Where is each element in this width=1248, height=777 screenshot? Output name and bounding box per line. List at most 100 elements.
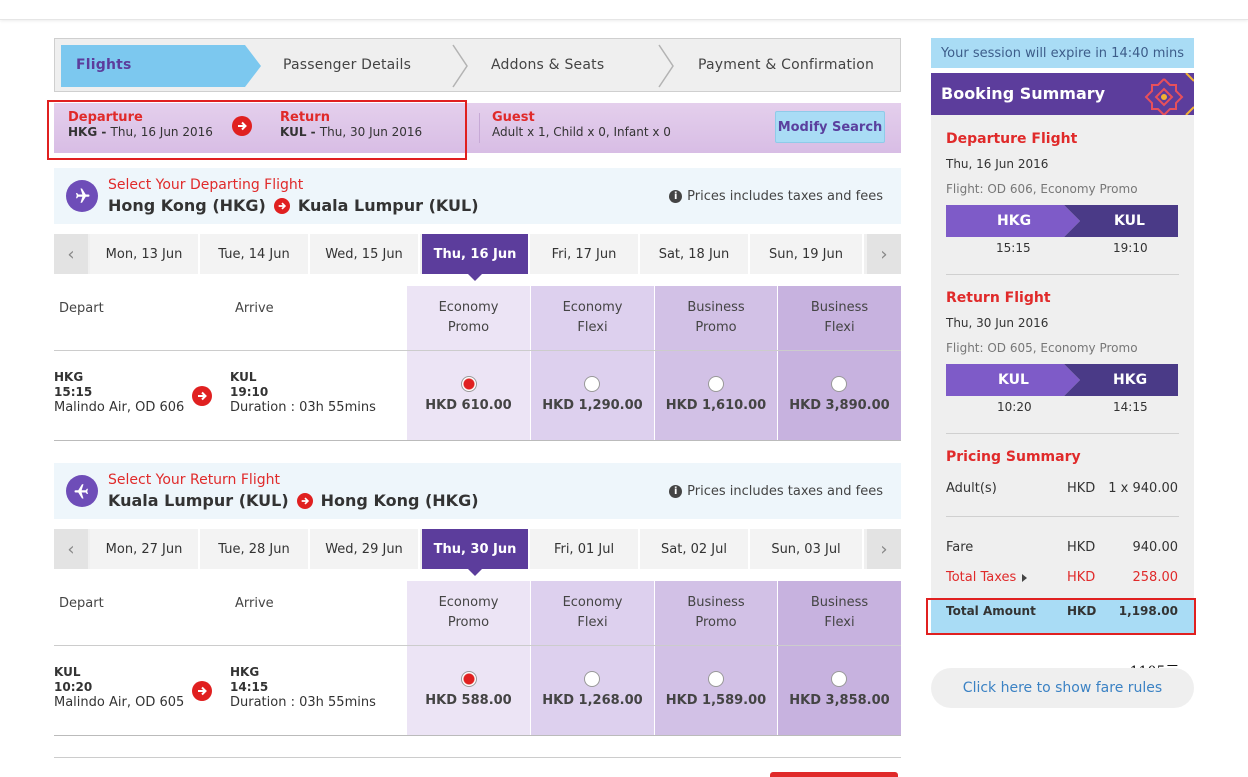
arrow-right-icon (192, 681, 212, 701)
progress-steps: Flights Passenger Details Addons & Seats… (54, 38, 901, 92)
caret-right-icon[interactable] (1022, 573, 1028, 582)
dep-time: 10:20 (54, 680, 93, 694)
radio[interactable] (707, 670, 724, 687)
arr-airport-code: HKG (230, 665, 260, 679)
depart-column-header: Depart (59, 301, 104, 316)
radio[interactable] (584, 670, 601, 687)
date-tab[interactable]: Mon, 13 Jun (90, 234, 200, 274)
dep-airport-code: KUL (54, 665, 81, 679)
modify-search-button[interactable]: Modify Search (775, 111, 885, 143)
inbound-origin: Kuala Lumpur (KUL) (108, 491, 289, 510)
adults-label: Adult(s) (946, 481, 997, 496)
adults-currency: HKD (1067, 481, 1096, 496)
fare-class-economy-flexi: Economy Flexi (531, 286, 654, 350)
outbound-header: Select Your Departing Flight Hong Kong (… (54, 168, 901, 224)
fare-class-business-promo: Business Promo (655, 581, 777, 645)
radio[interactable] (584, 375, 601, 392)
prev-dates-arrow[interactable]: ‹ (54, 234, 88, 274)
fare-class-economy-promo: Economy Promo (407, 286, 530, 350)
ornament-icon (1144, 73, 1194, 115)
pricing-summary-heading: Pricing Summary (946, 449, 1081, 465)
inbound-header: Select Your Return Flight Kuala Lumpur (… (54, 463, 901, 519)
route-dep-time: 10:20 (997, 400, 1032, 414)
next-dates-arrow[interactable]: › (867, 529, 901, 569)
arr-time: 14:15 (230, 680, 269, 694)
fare-option-economy-promo[interactable]: HKD 610.00 (407, 351, 530, 440)
date-tab[interactable]: Wed, 29 Jun (310, 529, 420, 569)
route-arr-time: 19:10 (1113, 241, 1148, 255)
outbound-departure-info: HKG 15:15 Malindo Air, OD 606 (54, 370, 184, 415)
return-flight-heading: Return Flight (946, 290, 1051, 306)
inbound-fare-table: Depart Arrive Economy Promo Economy Flexi … (54, 581, 901, 736)
date-tab[interactable]: Fri, 01 Jul (530, 529, 640, 569)
departure-flight-info: Flight: OD 606, Economy Promo (946, 182, 1138, 196)
fare-option-business-promo[interactable]: HKD 1,589.00 (655, 646, 777, 735)
outbound-date-strip: ‹ Mon, 13 Jun Tue, 14 Jun Wed, 15 Jun Th… (54, 234, 901, 281)
step-payment-confirmation[interactable]: Payment & Confirmation (698, 57, 874, 73)
radio[interactable] (707, 375, 724, 392)
radio-selected[interactable] (460, 670, 477, 687)
total-taxes-label[interactable]: Total Taxes (946, 570, 1016, 585)
selected-date-pointer (468, 569, 482, 576)
date-tab[interactable]: Tue, 14 Jun (200, 234, 310, 274)
inbound-route: Kuala Lumpur (KUL) Hong Kong (HKG) (108, 491, 479, 510)
highlight-box-dates (47, 100, 467, 160)
show-fare-rules-button[interactable]: Click here to show fare rules (931, 668, 1194, 708)
radio[interactable] (831, 670, 848, 687)
guest-label: Guest (492, 110, 535, 125)
fare-class-business-promo: Business Promo (655, 286, 777, 350)
prev-dates-arrow[interactable]: ‹ (54, 529, 88, 569)
step-flights[interactable]: Flights (76, 57, 132, 73)
arrow-right-icon (273, 197, 290, 214)
date-tab[interactable]: Wed, 15 Jun (310, 234, 420, 274)
fare-option-economy-flexi[interactable]: HKD 1,290.00 (531, 351, 654, 440)
fare-currency: HKD (1067, 540, 1096, 555)
date-tab[interactable]: Sun, 19 Jun (750, 234, 864, 274)
arrive-column-header: Arrive (235, 596, 274, 611)
date-tab[interactable]: Sun, 03 Jul (750, 529, 864, 569)
date-tab[interactable]: Mon, 27 Jun (90, 529, 200, 569)
date-tab[interactable]: Fri, 17 Jun (530, 234, 640, 274)
route-from: KUL (998, 372, 1029, 388)
fare-option-business-flexi[interactable]: HKD 3,858.00 (778, 646, 901, 735)
step-addons-seats[interactable]: Addons & Seats (491, 57, 604, 73)
route-arr-time: 14:15 (1113, 400, 1148, 414)
date-tab-selected[interactable]: Thu, 16 Jun (422, 234, 530, 274)
date-tab-selected[interactable]: Thu, 30 Jun (422, 529, 530, 569)
fare-option-business-flexi[interactable]: HKD 3,890.00 (778, 351, 901, 440)
session-timer: Your session will expire in 14:40 mins (931, 38, 1194, 68)
dep-airport-code: HKG (54, 370, 84, 384)
fare-value: 940.00 (1132, 540, 1179, 555)
date-tab[interactable]: Tue, 28 Jun (200, 529, 310, 569)
outbound-tax-note: i Prices includes taxes and fees (669, 189, 883, 204)
fare-option-economy-promo[interactable]: HKD 588.00 (407, 646, 530, 735)
fare-option-business-promo[interactable]: HKD 1,610.00 (655, 351, 777, 440)
booking-summary-title: Booking Summary (941, 84, 1106, 103)
radio-selected[interactable] (460, 375, 477, 392)
date-tab[interactable]: Sat, 18 Jun (640, 234, 750, 274)
divider (479, 113, 480, 143)
date-tab[interactable]: Sat, 02 Jul (640, 529, 750, 569)
tax-note-text: Prices includes taxes and fees (687, 484, 883, 499)
fare-option-economy-flexi[interactable]: HKD 1,268.00 (531, 646, 654, 735)
divider (946, 516, 1179, 517)
next-dates-arrow[interactable]: › (867, 234, 901, 274)
total-taxes-currency: HKD (1067, 570, 1096, 585)
return-flight-info: Flight: OD 605, Economy Promo (946, 341, 1138, 355)
booking-summary: Booking Summary Departure Flight Thu, 16… (931, 73, 1194, 634)
selected-date-pointer (468, 274, 482, 281)
radio[interactable] (831, 375, 848, 392)
arrow-right-icon (192, 386, 212, 406)
outbound-fare-table: Depart Arrive Economy Promo Economy Flexi … (54, 286, 901, 441)
outbound-heading: Select Your Departing Flight (108, 177, 304, 193)
total-taxes-value: 258.00 (1132, 570, 1179, 585)
total-taxes-toggle[interactable]: Total Taxes (946, 570, 1028, 585)
route-to: KUL (1114, 213, 1145, 229)
arr-airport-code: KUL (230, 370, 257, 384)
plane-return-icon (66, 475, 98, 507)
continue-button[interactable] (770, 772, 898, 777)
return-flight-date: Thu, 30 Jun 2016 (946, 316, 1049, 330)
guest-detail: Adult x 1, Child x 0, Infant x 0 (492, 125, 671, 139)
step-passenger-details[interactable]: Passenger Details (283, 57, 411, 73)
outbound-arrival-info: KUL 19:10 Duration : 03h 55mins (230, 370, 376, 415)
